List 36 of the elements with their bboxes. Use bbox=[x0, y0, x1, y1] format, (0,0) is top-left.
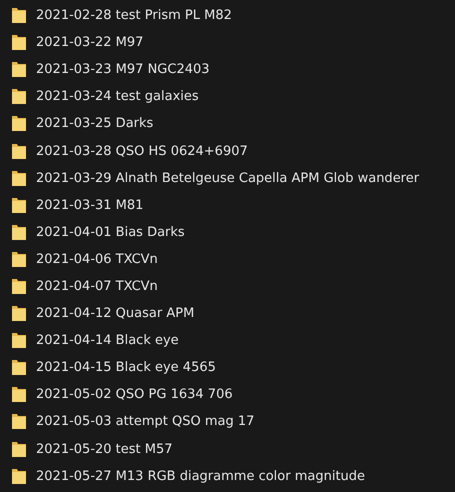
folder-name[interactable]: 2021-03-28 QSO HS 0624+6907 bbox=[36, 144, 248, 159]
folder-name[interactable]: 2021-05-02 QSO PG 1634 706 bbox=[36, 387, 233, 402]
folder-name[interactable]: 2021-03-25 Darks bbox=[36, 116, 154, 132]
folder-name[interactable]: 2021-03-24 test galaxies bbox=[36, 89, 199, 104]
folder-icon bbox=[12, 359, 26, 376]
folder-icon bbox=[12, 61, 26, 78]
folder-name[interactable]: 2021-05-20 test M57 bbox=[36, 442, 173, 457]
folder-name[interactable]: 2021-05-03 attempt QSO mag 17 bbox=[36, 414, 254, 430]
folder-name[interactable]: 2021-03-23 M97 NGC2403 bbox=[36, 62, 210, 78]
folder-name[interactable]: 2021-03-29 Alnath Betelgeuse Capella APM Glob wanderer bbox=[36, 170, 420, 186]
folder-name[interactable]: 2021-04-01 Bias Darks bbox=[36, 224, 185, 240]
folder-name[interactable]: 2021-05-27 M13 RGB diagramme color magnitude bbox=[36, 468, 366, 484]
folder-name[interactable]: 2021-04-06 TXCVn bbox=[36, 252, 158, 267]
folder-icon bbox=[12, 386, 26, 404]
folder-icon bbox=[12, 250, 26, 268]
folder-icon bbox=[12, 196, 26, 214]
folder-icon bbox=[12, 142, 26, 160]
folder-icon bbox=[12, 34, 26, 52]
folder-name[interactable]: 2021-04-15 Black eye 4565 bbox=[36, 360, 216, 376]
folder-name[interactable]: 2021-02-28 test Prism PL M82 bbox=[36, 8, 232, 24]
folder-icon bbox=[12, 468, 26, 485]
folder-name[interactable]: 2021-03-22 M97 bbox=[36, 35, 144, 50]
folder-icon bbox=[12, 170, 26, 187]
folder-icon bbox=[12, 413, 26, 430]
folder-icon bbox=[12, 224, 26, 241]
folder-icon bbox=[12, 278, 26, 295]
folder-icon bbox=[12, 305, 26, 322]
folder-name[interactable]: 2021-04-07 TXCVn bbox=[36, 278, 158, 294]
folder-name[interactable]: 2021-04-12 Quasar APM bbox=[36, 306, 194, 322]
folder-icon bbox=[12, 332, 26, 350]
folder-icon bbox=[12, 88, 26, 106]
folder-icon bbox=[12, 7, 26, 24]
folder-name[interactable]: 2021-04-14 Black eye bbox=[36, 333, 179, 348]
folder-name[interactable]: 2021-03-31 M81 bbox=[36, 198, 144, 213]
folder-icon bbox=[12, 440, 26, 458]
folder-icon bbox=[12, 115, 26, 132]
